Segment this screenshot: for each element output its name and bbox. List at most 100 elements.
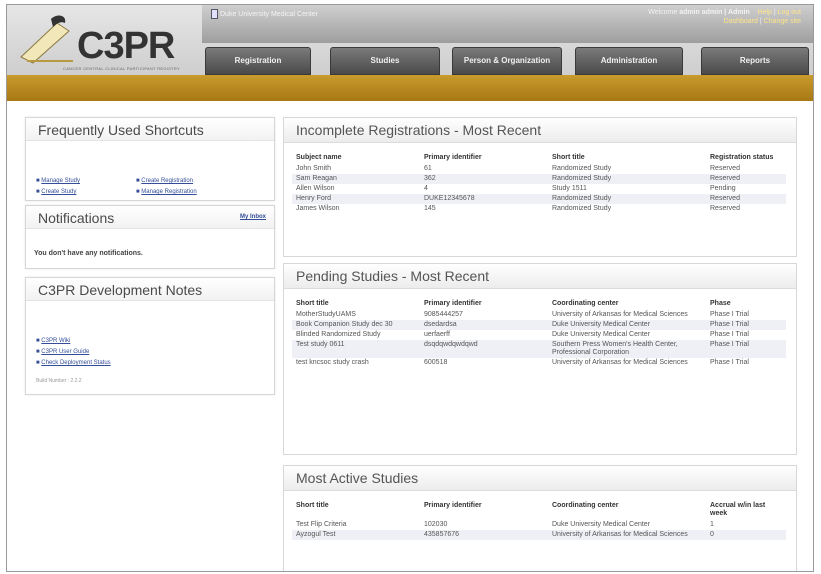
table-row[interactable]: MotherStudyUAMS 9085444257 University of A… xyxy=(292,310,786,320)
table-row[interactable]: test kncsoc study crash 600518 University … xyxy=(292,358,786,368)
col-header[interactable]: Short title xyxy=(292,298,420,310)
shortcuts-title: Frequently Used Shortcuts xyxy=(26,118,274,141)
cell: University of Arkansas for Medical Scien… xyxy=(552,311,688,318)
main-nav: Registration Studies Person & Organizati… xyxy=(205,47,810,77)
cell: University of Arkansas for Medical Scien… xyxy=(548,530,706,540)
welcome-user: admin admin | Admin xyxy=(679,9,750,16)
deployment-status-link[interactable]: Check Deployment Status xyxy=(41,360,110,366)
user-guide-link[interactable]: C3PR User Guide xyxy=(41,349,89,355)
site-selector[interactable]: Duke University Medical Center xyxy=(220,11,318,18)
cell: Allen Wilson xyxy=(296,185,335,192)
shortcut-manage-registration[interactable]: Manage Registration xyxy=(141,189,196,195)
col-header[interactable]: Primary identifier xyxy=(420,298,548,310)
col-header[interactable]: Coordinating center xyxy=(548,298,706,310)
cell: Reserved xyxy=(706,194,786,204)
col-header[interactable]: Short title xyxy=(292,500,420,520)
table-header: Short title Primary identifier Coordinat… xyxy=(292,298,786,310)
table-row[interactable]: Sam Reagan 362 Randomized Study Reserved xyxy=(292,174,786,184)
tab-administration[interactable]: Administration xyxy=(575,47,683,75)
incomplete-registrations-panel: Incomplete Registrations - Most Recent S… xyxy=(283,117,797,257)
cell: Duke University Medical Center xyxy=(552,521,651,528)
dev-notes-title: C3PR Development Notes xyxy=(26,278,274,301)
dashboard-link[interactable]: Dashboard xyxy=(724,18,758,25)
welcome-area: Welcome admin admin | Admin Help | Log o… xyxy=(648,9,801,25)
table-row[interactable]: John Smith 61 Randomized Study Reserved xyxy=(292,164,786,174)
dev-notes-links: ■ C3PR Wiki ■ C3PR User Guide ■ Check De… xyxy=(36,338,111,366)
col-header[interactable]: Subject name xyxy=(292,152,420,164)
top-bar: Duke University Medical Center Welcome a… xyxy=(202,5,813,43)
dropdown-icon[interactable] xyxy=(211,9,218,19)
cell: 362 xyxy=(420,174,548,184)
col-header[interactable]: Registration status xyxy=(706,152,786,164)
welcome-label: Welcome xyxy=(648,9,678,16)
table-row[interactable]: Ayzogul Test 435857676 University of Arkan… xyxy=(292,530,786,540)
cell: 102030 xyxy=(424,521,448,528)
tab-registration[interactable]: Registration xyxy=(205,47,311,75)
cell: Duke University Medical Center xyxy=(552,331,651,338)
pending-studies-panel: Pending Studies - Most Recent Short titl… xyxy=(283,263,797,455)
col-header[interactable]: Accrual w/in last week xyxy=(706,500,786,520)
table-row[interactable]: Book Companion Study dec 30 dsedardsa Duke… xyxy=(292,320,786,330)
cell: MotherStudyUAMS xyxy=(296,311,356,318)
cell: 0 xyxy=(706,530,786,540)
cell: Blinded Randomized Study xyxy=(296,331,381,338)
cell: 600518 xyxy=(424,359,448,366)
table-row[interactable]: Blinded Randomized Study uerfaerff Duke Un… xyxy=(292,330,786,340)
pending-studies-table: Short title Primary identifier Coordinat… xyxy=(292,298,786,368)
cell: Phase I Trial xyxy=(710,331,749,338)
shortcuts-col-1: ■ Manage Study ■ Create Study xyxy=(36,178,80,195)
cell: 145 xyxy=(424,205,436,212)
cell: Test Flip Criteria xyxy=(296,521,347,528)
cell: Reserved xyxy=(710,205,740,212)
table-row[interactable]: Test study 0611 dsqdqwdqwdqwd Southern Pre… xyxy=(292,340,786,358)
shortcut-create-registration[interactable]: Create Registration xyxy=(141,178,193,184)
tab-person-organization[interactable]: Person & Organization xyxy=(452,47,562,75)
tab-reports[interactable]: Reports xyxy=(701,47,809,75)
incomplete-registrations-title: Incomplete Registrations - Most Recent xyxy=(284,118,796,143)
cell: Reserved xyxy=(706,174,786,184)
cell: Phase I Trial xyxy=(706,320,786,330)
table-header: Short title Primary identifier Coordinat… xyxy=(292,500,786,520)
cell: Reserved xyxy=(710,165,740,172)
most-active-table: Short title Primary identifier Coordinat… xyxy=(292,500,786,540)
wiki-link[interactable]: C3PR Wiki xyxy=(41,338,70,344)
cell: University of Arkansas for Medical Scien… xyxy=(552,359,688,366)
cell: dsedardsa xyxy=(420,320,548,330)
cell: Henry Ford xyxy=(292,194,420,204)
logo-pen-icon xyxy=(20,15,73,64)
build-number: Build Number : 2.2.2 xyxy=(36,378,82,384)
incomplete-registrations-table: Subject name Primary identifier Short ti… xyxy=(292,152,786,214)
cell: Book Companion Study dec 30 xyxy=(292,320,420,330)
most-active-panel: Most Active Studies Short title Primary … xyxy=(283,465,797,571)
shortcut-create-study[interactable]: Create Study xyxy=(41,189,76,195)
cell: Phase I Trial xyxy=(710,311,749,318)
cell: Randomized Study xyxy=(548,174,706,184)
dev-notes-box: C3PR Development Notes ■ C3PR Wiki ■ C3P… xyxy=(25,277,275,395)
header: C3PR CANCER CENTRAL CLINICAL PARTICIPANT… xyxy=(7,5,813,101)
shortcut-manage-study[interactable]: Manage Study xyxy=(41,178,80,184)
cell: James Wilson xyxy=(296,205,340,212)
gold-band xyxy=(7,75,813,101)
col-header[interactable]: Phase xyxy=(706,298,786,310)
cell: Sam Reagan xyxy=(292,174,420,184)
cell: Phase I Trial xyxy=(706,340,786,358)
table-row[interactable]: Henry Ford DUKE12345678 Randomized Study Re… xyxy=(292,194,786,204)
table-row[interactable]: Test Flip Criteria 102030 Duke University … xyxy=(292,520,786,530)
tab-studies[interactable]: Studies xyxy=(330,47,440,75)
help-link[interactable]: Help xyxy=(758,9,772,16)
table-row[interactable]: Allen Wilson 4 Study 1511 Pending xyxy=(292,184,786,194)
col-header[interactable]: Primary identifier xyxy=(420,152,548,164)
cell: Pending xyxy=(710,185,736,192)
cell: Phase I Trial xyxy=(710,359,749,366)
logout-link[interactable]: Log out xyxy=(778,9,801,16)
inbox-link[interactable]: My Inbox xyxy=(240,214,266,220)
cell: Southern Press Women's Health Center, Pr… xyxy=(548,340,706,358)
col-header[interactable]: Coordinating center xyxy=(548,500,706,520)
table-row[interactable]: James Wilson 145 Randomized Study Reserved xyxy=(292,204,786,214)
cell: Randomized Study xyxy=(552,165,612,172)
col-header[interactable]: Primary identifier xyxy=(420,500,548,520)
logo[interactable]: C3PR CANCER CENTRAL CLINICAL PARTICIPANT… xyxy=(17,13,187,73)
col-header[interactable]: Short title xyxy=(548,152,706,164)
logo-text: C3PR xyxy=(77,25,175,67)
change-site-link[interactable]: Change site xyxy=(764,18,801,25)
